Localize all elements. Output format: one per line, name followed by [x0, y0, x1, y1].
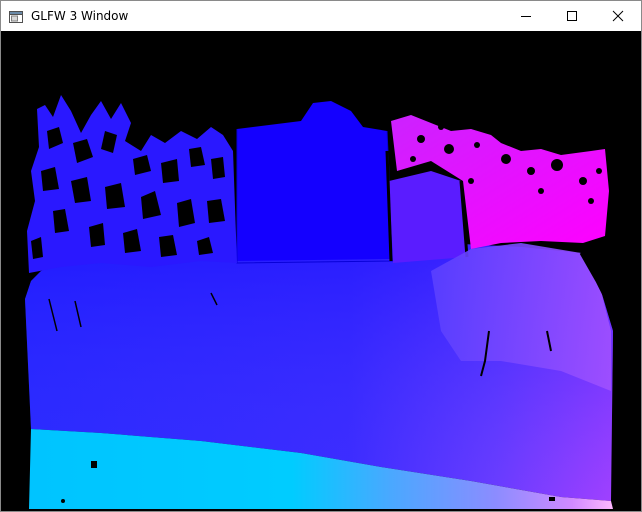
close-button[interactable] [595, 1, 641, 31]
minimize-icon [521, 16, 531, 17]
close-icon [612, 10, 624, 22]
glfw-window: GLFW 3 Window [0, 0, 642, 512]
window-app-icon [9, 9, 23, 23]
depth-viewport[interactable] [1, 31, 641, 511]
window-title: GLFW 3 Window [31, 9, 129, 23]
depth-colormap-render [1, 31, 641, 511]
minimize-button[interactable] [503, 1, 549, 31]
maximize-icon [567, 11, 577, 21]
maximize-button[interactable] [549, 1, 595, 31]
window-controls [503, 1, 641, 31]
title-bar[interactable]: GLFW 3 Window [1, 1, 641, 31]
